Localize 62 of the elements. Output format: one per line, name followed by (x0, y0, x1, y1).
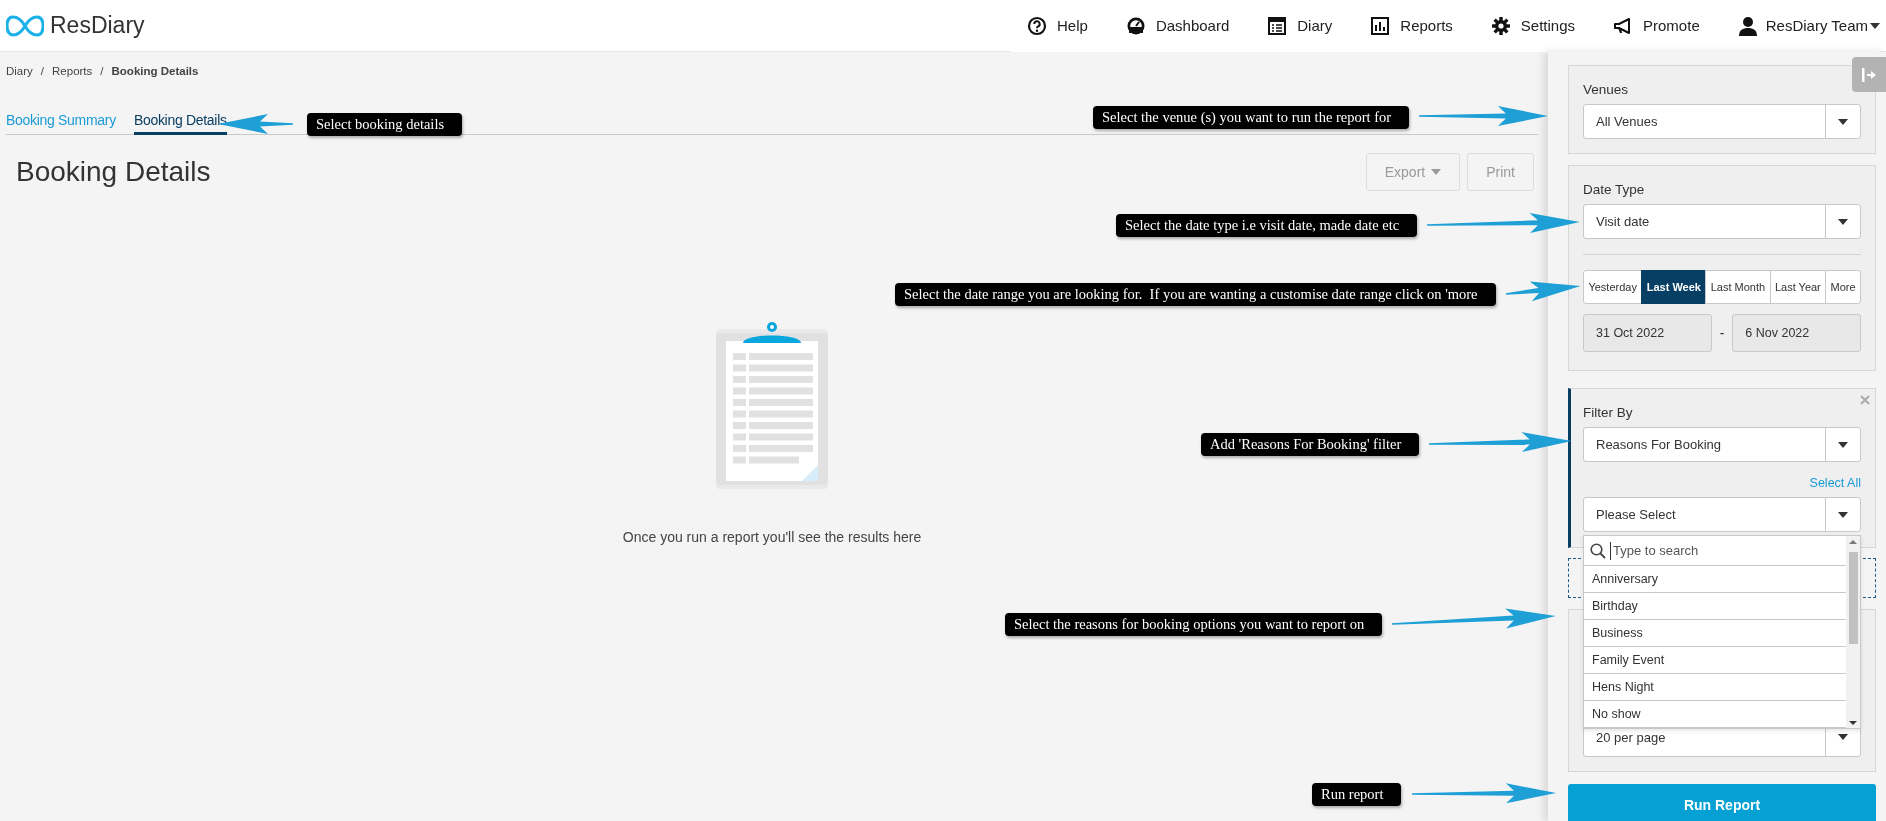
annotation-label: Select the reasons for booking options you want to report on (1005, 613, 1383, 636)
nav-link[interactable]: Settings (1490, 15, 1576, 36)
annotation-label: Select the date type i.e visit date, made date etc (1116, 214, 1418, 237)
annotation-label: Select booking details (307, 113, 463, 136)
scrollbar[interactable] (1846, 536, 1860, 728)
multiselect-field[interactable]: Please Select (1583, 497, 1861, 532)
nav-link[interactable]: Promote (1613, 15, 1700, 36)
help-icon (1027, 15, 1048, 36)
caret-icon (1870, 22, 1880, 29)
close-icon[interactable] (1860, 395, 1870, 405)
breadcrumb-separator: / (100, 65, 104, 77)
date-range-button[interactable]: Last Year (1769, 270, 1827, 304)
nav-link[interactable]: Reports (1370, 15, 1453, 36)
collapse-button[interactable] (1852, 57, 1886, 92)
date-separator: - (1719, 325, 1725, 341)
current-page-label: Booking Details (111, 65, 199, 77)
dropdown-option[interactable]: Anniversary (1584, 566, 1846, 593)
logo-icon (6, 14, 44, 37)
caret-icon (1838, 118, 1848, 125)
search-icon (1590, 542, 1606, 559)
date-range-button[interactable]: More (1825, 270, 1861, 304)
dropdown-option[interactable]: Business (1584, 620, 1846, 647)
select-field[interactable]: All Venues (1583, 104, 1861, 139)
annotation-label: Select the date range you are looking for. If you are wanting a customise date range click on 'more (895, 283, 1496, 306)
dropdown-option[interactable]: No show (1584, 701, 1846, 728)
dropdown-option[interactable]: Hens Night (1584, 674, 1846, 701)
annotation-label: Add 'Reasons For Booking' filter (1201, 433, 1420, 456)
date-field[interactable]: 31 Oct 2022 (1583, 314, 1712, 352)
tab[interactable]: Booking Details (133, 106, 227, 135)
dashboard-icon (1125, 15, 1146, 36)
caret-icon (1838, 511, 1848, 518)
caret-icon (1838, 734, 1848, 740)
page-title: Booking Details (16, 156, 211, 188)
breadcrumb-link[interactable]: Reports (52, 65, 93, 77)
date-range-button[interactable]: Yesterday (1583, 270, 1643, 304)
collapse-icon (1861, 67, 1877, 82)
nav-link[interactable]: Dashboard (1125, 15, 1230, 36)
date-field[interactable]: 6 Nov 2022 (1732, 314, 1861, 352)
nav-link[interactable]: Diary (1267, 15, 1333, 36)
date-range-button[interactable]: Last Month (1705, 270, 1771, 304)
user-icon (1737, 15, 1758, 36)
breadcrumb-separator: / (40, 65, 45, 77)
caret-icon (1838, 441, 1848, 448)
dropdown-option[interactable]: Family Event (1584, 647, 1846, 674)
field-label: Date Type (1583, 181, 1646, 199)
field-label: Venues (1583, 81, 1630, 99)
date-range-button[interactable]: Last Week (1641, 270, 1707, 304)
settings-icon (1490, 15, 1511, 36)
select-field[interactable]: Reasons For Booking (1583, 427, 1861, 462)
annotation-label: Select the venue (s) you want to run the report for (1093, 106, 1410, 129)
nav-link[interactable]: Help (1027, 15, 1088, 36)
field-label: Filter By (1583, 404, 1634, 422)
list-icon (1267, 15, 1288, 36)
annotation-label: Run report (1312, 783, 1402, 806)
dropdown-option[interactable]: Birthday (1584, 593, 1846, 620)
brand-name: ResDiary (50, 12, 145, 39)
user-menu[interactable]: ResDiary Team (1737, 15, 1880, 36)
bar-chart-icon (1370, 15, 1391, 36)
caret-icon (1838, 218, 1848, 225)
empty-state-message: Once you run a report you'll see the results here (622, 529, 922, 545)
select-field[interactable]: Visit date (1583, 204, 1861, 239)
breadcrumb-link[interactable]: Diary (6, 65, 33, 77)
